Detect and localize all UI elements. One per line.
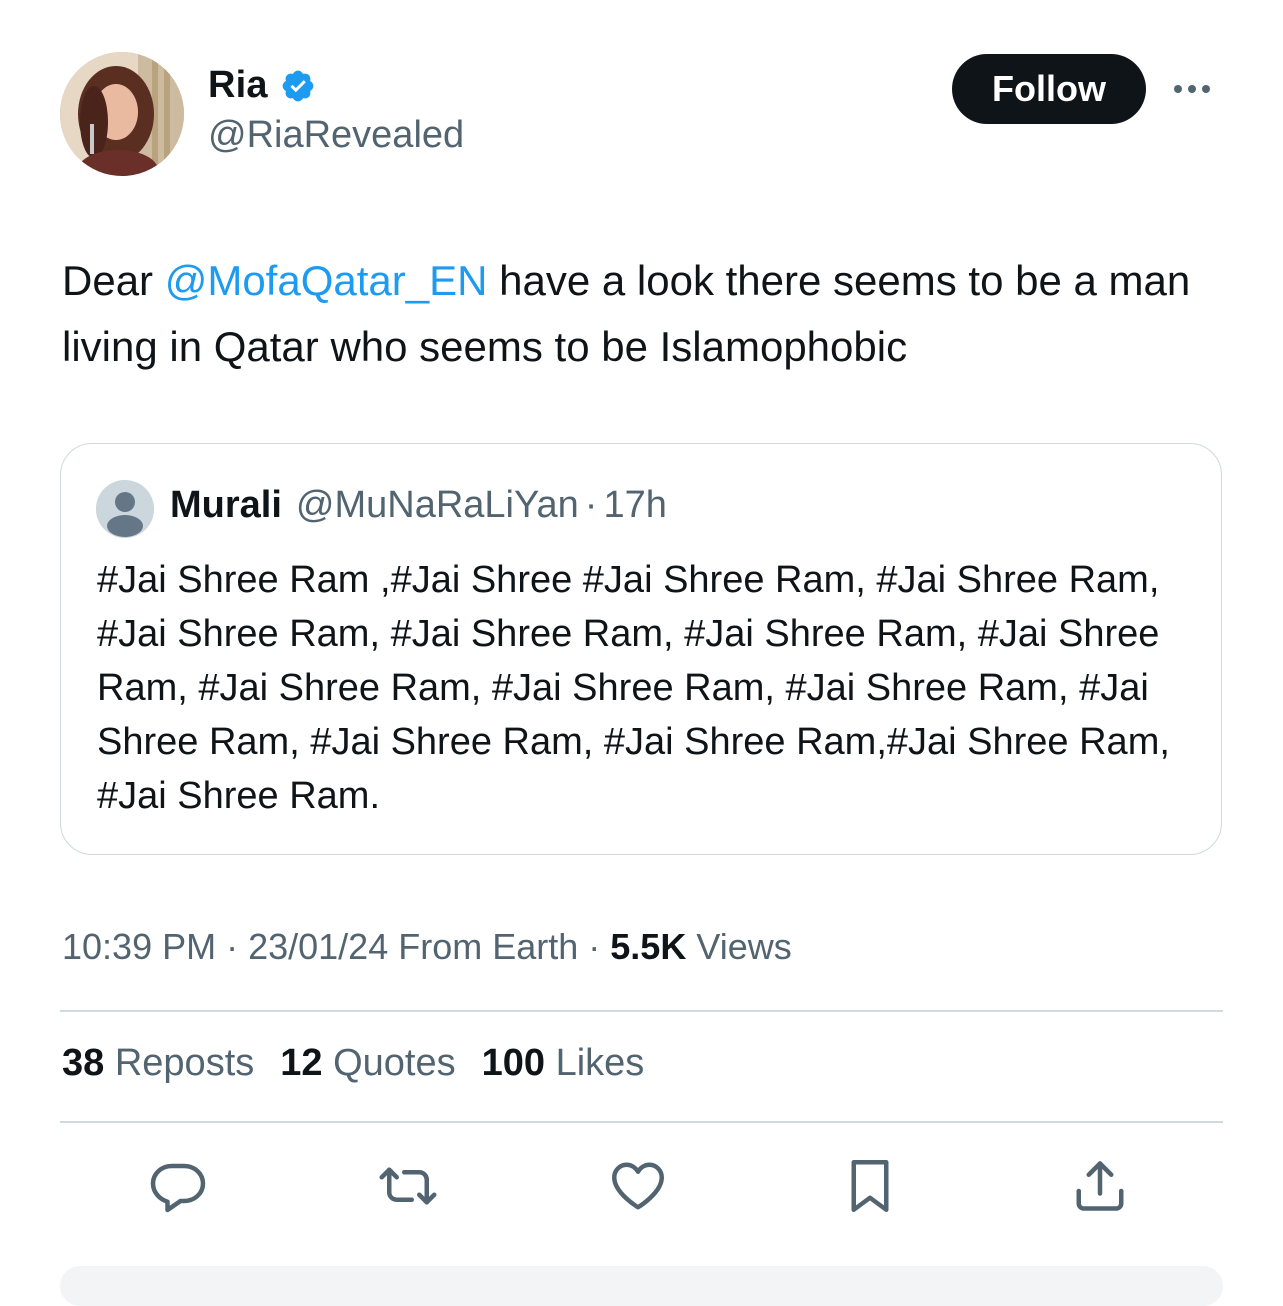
author-display-name[interactable]: Ria	[208, 64, 268, 107]
author-avatar[interactable]	[60, 52, 184, 176]
likes-stat[interactable]: 100 Likes	[482, 1042, 645, 1085]
verified-badge-icon	[280, 68, 316, 104]
tweet-date[interactable]: 23/01/24	[248, 926, 388, 967]
divider-top	[60, 1010, 1223, 1012]
meta-separator-2: ·	[578, 926, 611, 967]
quoted-avatar[interactable]	[96, 480, 154, 538]
views-count: 5.5K	[610, 926, 687, 967]
quoted-header: Murali @MuNaRaLiYan · 17h	[170, 484, 667, 527]
tweet-time[interactable]: 10:39 PM	[62, 926, 216, 967]
repost-icon[interactable]	[376, 1154, 440, 1218]
quoted-name[interactable]: Murali	[170, 484, 282, 527]
meta-separator-1: ·	[216, 926, 249, 967]
bookmark-icon[interactable]	[838, 1154, 902, 1218]
tweet-text: Dear @MofaQatar_EN have a look there see…	[62, 248, 1242, 380]
quotes-label: Quotes	[333, 1042, 456, 1084]
author-handle[interactable]: @RiaRevealed	[208, 114, 464, 157]
likes-label: Likes	[555, 1042, 645, 1084]
quotes-count: 12	[280, 1042, 323, 1084]
likes-count: 100	[481, 1042, 546, 1084]
reply-icon[interactable]	[146, 1154, 210, 1218]
quoted-separator: ·	[584, 484, 598, 526]
engagement-stats: 38 Reposts 12 Quotes 100 Likes	[62, 1042, 644, 1085]
share-icon[interactable]	[1068, 1154, 1132, 1218]
quoted-handle-text[interactable]: @MuNaRaLiYan	[296, 484, 579, 526]
reposts-label: Reposts	[114, 1042, 255, 1084]
tweet-meta: 10:39 PM · 23/01/24 From Earth · 5.5K Vi…	[62, 926, 792, 968]
author-name-row: Ria	[208, 64, 316, 107]
more-options-icon[interactable]	[1174, 76, 1220, 102]
quoted-handle: @MuNaRaLiYan · 17h	[296, 484, 667, 527]
reposts-stat[interactable]: 38 Reposts	[62, 1042, 254, 1085]
mention-link[interactable]: @MofaQatar_EN	[165, 257, 488, 304]
next-card-edge	[60, 1266, 1223, 1306]
tweet-text-prefix: Dear	[62, 257, 165, 304]
divider-bottom	[60, 1121, 1223, 1123]
quotes-stat[interactable]: 12 Quotes	[280, 1042, 455, 1085]
follow-button[interactable]: Follow	[952, 54, 1146, 124]
quoted-text: #Jai Shree Ram ,#Jai Shree #Jai Shree Ra…	[97, 559, 1192, 817]
quoted-time[interactable]: 17h	[603, 484, 666, 526]
views-label: Views	[686, 926, 792, 967]
like-icon[interactable]	[606, 1154, 670, 1218]
tweet-source: From Earth	[388, 926, 579, 967]
reposts-count: 38	[62, 1042, 105, 1084]
